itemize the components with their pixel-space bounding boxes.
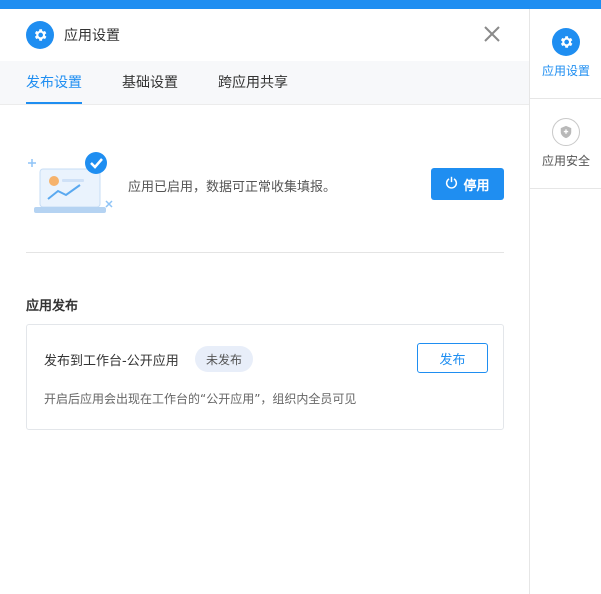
stop-button[interactable]: 停用	[431, 168, 504, 200]
status-badge: 未发布	[195, 346, 254, 372]
tab-basic-settings[interactable]: 基础设置	[122, 60, 178, 104]
publish-description: 开启后应用会出现在工作台的“公开应用”，组织内全员可见	[44, 392, 357, 406]
section-divider	[26, 252, 504, 253]
rail-item-app-settings[interactable]: 应用设置	[530, 9, 601, 99]
stop-button-label: 停用	[463, 177, 490, 193]
app-status-row: 应用已启用，数据可正常收集填报。 停用	[26, 149, 504, 219]
power-icon	[445, 176, 458, 192]
publish-button[interactable]: 发布	[417, 343, 488, 373]
page-title: 应用设置	[64, 28, 120, 44]
rail-label-app-settings: 应用设置	[541, 64, 590, 78]
shield-icon	[552, 118, 580, 146]
laptop-check-illustration	[26, 149, 118, 219]
section-title-publish: 应用发布	[26, 299, 79, 314]
publish-card: 发布到工作台-公开应用 未发布 发布 开启后应用会出现在工作台的“公开应用”，组…	[26, 324, 504, 430]
close-icon[interactable]	[483, 25, 501, 43]
gear-icon	[552, 28, 580, 56]
panel-header: 应用设置	[0, 9, 529, 61]
gear-icon	[26, 21, 54, 49]
rail-item-app-security[interactable]: 应用安全	[530, 99, 601, 189]
tab-publish-settings[interactable]: 发布设置	[26, 60, 82, 104]
settings-panel: 应用设置 发布设置 基础设置 跨应用共享 应用已启用，数据可正常收集填报。 停用…	[0, 9, 529, 594]
tab-bar: 发布设置 基础设置 跨应用共享	[0, 61, 529, 105]
status-text: 应用已启用，数据可正常收集填报。	[128, 180, 337, 195]
top-accent-strip	[0, 0, 601, 9]
right-nav-rail: 应用设置 应用安全	[529, 9, 601, 594]
publish-card-title: 发布到工作台-公开应用	[44, 354, 179, 369]
tab-cross-app-share[interactable]: 跨应用共享	[218, 60, 288, 104]
rail-label-app-security: 应用安全	[541, 154, 590, 168]
